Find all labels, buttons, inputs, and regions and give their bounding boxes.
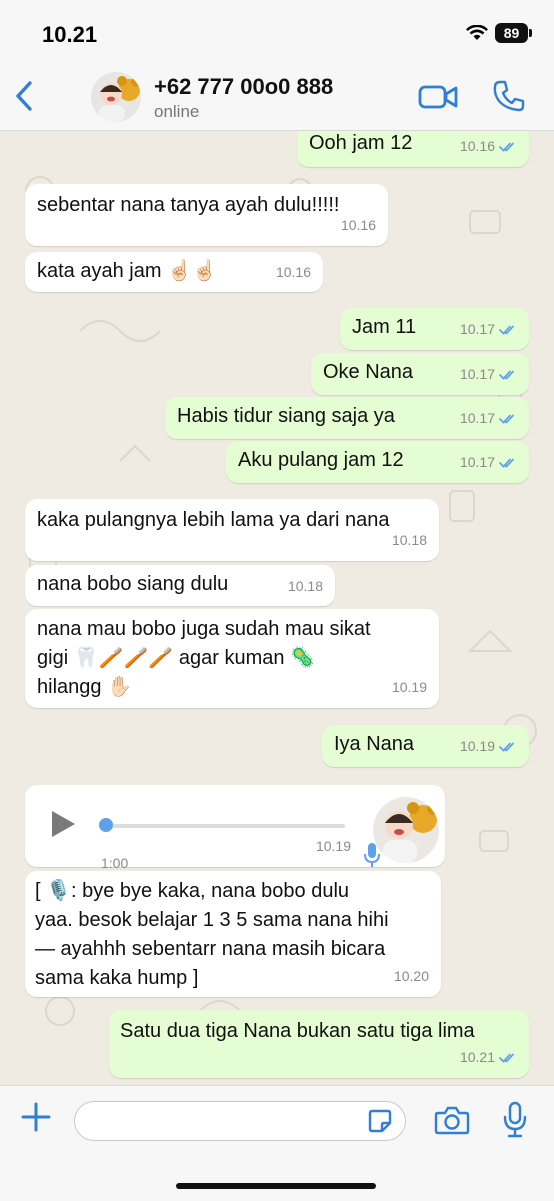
double-check-icon [499,458,514,468]
double-check-icon [499,1053,514,1063]
wifi-icon [466,25,488,40]
battery-indicator: 89 [495,23,532,43]
message-meta: 10.16 [276,258,311,287]
message-text: kaka pulangnya lebih lama ya dari nana [37,509,390,531]
message-line: sama kaka hump ] [35,967,199,989]
message-meta: 10.17 [460,404,517,433]
message-bubble-outgoing[interactable]: Habis tidur siang saja ya 10.17 [165,397,529,439]
contact-avatar[interactable] [91,72,141,122]
message-bubble-incoming[interactable]: [ 🎙️: bye bye kaka, nana bobo dulu yaa. … [25,871,441,997]
voice-progress-track[interactable] [105,824,345,828]
message-text: Iya Nana [334,733,415,755]
message-meta: 10.18 [288,572,323,601]
message-meta: 10.19 [460,732,517,761]
voice-progress-handle[interactable] [99,818,113,832]
message-input-bar [0,1085,554,1201]
message-time: 10.17 [459,410,495,426]
double-check-icon [499,142,514,152]
message-bubble-incoming[interactable]: nana bobo siang dulu 10.18 [25,565,335,606]
video-call-icon[interactable] [417,82,459,112]
message-time: 10.21 [459,1049,495,1065]
voice-sender-avatar [373,797,439,863]
status-bar: 10.21 89 [0,0,554,62]
home-indicator [176,1183,376,1189]
back-chevron-icon[interactable] [8,76,42,116]
message-time: 10.16 [459,138,495,154]
message-bubble-outgoing[interactable]: Jam 11 10.17 [340,308,529,350]
camera-icon[interactable] [434,1104,470,1136]
double-check-icon [499,742,514,752]
message-time: 10.16 [275,264,311,280]
message-input[interactable] [74,1101,406,1141]
message-line: yaa. besok belajar 1 3 5 sama nana hihi [35,909,389,931]
contact-status: online [154,102,200,121]
voice-message-bubble[interactable]: 1:00 10.19 [25,785,445,871]
message-text: kata ayah jam ☝🏻☝🏻 [37,260,217,282]
contact-name[interactable]: +62 777 00o0 888 [154,74,333,100]
message-meta: 10.21 [460,1043,517,1072]
message-text: [ 🎙️: bye bye kaka, nana bobo dulu yaa. … [35,877,389,993]
chat-area[interactable]: Ooh jam 12 10.16 sebentar nana tanya aya… [0,131,554,1085]
message-time: 10.19 [459,738,495,754]
message-text: Ooh jam 12 [309,132,413,154]
message-bubble-outgoing[interactable]: Iya Nana 10.19 [322,725,529,767]
message-bubble-incoming[interactable]: kata ayah jam ☝🏻☝🏻 10.16 [25,252,323,292]
message-meta: 10.17 [460,360,517,389]
message-text: nana mau bobo juga sudah mau sikat gigi … [37,615,371,702]
message-meta: 10.19 [392,673,427,702]
message-line: — ayahhh sebentarr nana masih bicara [35,938,386,960]
message-meta: 10.20 [394,962,429,991]
message-text: Satu dua tiga Nana bukan satu tiga lima [120,1020,475,1042]
double-check-icon [499,325,514,335]
message-line: nana mau bobo juga sudah mau sikat [37,618,371,640]
message-text: Habis tidur siang saja ya [177,405,395,427]
message-text: Aku pulang jam 12 [238,449,404,471]
message-time: 10.17 [459,366,495,382]
double-check-icon [499,414,514,424]
status-time: 10.21 [42,22,98,47]
message-text: Jam 11 [352,316,417,338]
message-bubble-outgoing[interactable]: Oke Nana 10.17 [311,353,529,395]
message-meta: 10.17 [460,315,517,344]
message-line: hilangg ✋🏻 [37,676,132,698]
message-time: 10.17 [459,321,495,337]
message-bubble-incoming[interactable]: nana mau bobo juga sudah mau sikat gigi … [25,609,439,708]
message-meta: 10.19 [316,832,351,861]
message-bubble-incoming[interactable]: kaka pulangnya lebih lama ya dari nana 1… [25,499,439,561]
phone-icon[interactable] [492,79,526,113]
message-time: 10.20 [393,968,429,984]
message-time: 10.19 [315,838,351,854]
message-bubble-outgoing[interactable]: Satu dua tiga Nana bukan satu tiga lima … [109,1010,529,1078]
message-meta: 10.16 [460,132,517,161]
chat-header: +62 777 00o0 888 online [0,62,554,131]
message-text: Oke Nana [323,361,414,383]
message-bubble-incoming[interactable]: sebentar nana tanya ayah dulu!!!!! 10.16 [25,184,388,246]
play-icon[interactable] [49,809,77,839]
mic-icon [364,843,380,867]
message-time: 10.19 [391,679,427,695]
mic-icon[interactable] [502,1101,528,1139]
message-time: 10.17 [459,454,495,470]
plus-icon[interactable] [19,1100,53,1134]
message-time: 10.18 [391,532,427,548]
message-meta: 10.16 [341,211,376,240]
sticker-icon[interactable] [367,1108,393,1134]
message-meta: 10.17 [460,448,517,477]
message-line: [ 🎙️: bye bye kaka, nana bobo dulu [35,880,350,902]
message-line: gigi 🦷🪥🪥🪥 agar kuman 🦠 [37,647,315,669]
message-time: 10.18 [287,578,323,594]
double-check-icon [499,370,514,380]
message-meta: 10.18 [392,526,427,555]
message-text: nana bobo siang dulu [37,573,229,595]
message-bubble-outgoing[interactable]: Ooh jam 12 10.16 [297,131,529,167]
message-text: sebentar nana tanya ayah dulu!!!!! [37,194,340,216]
message-bubble-outgoing[interactable]: Aku pulang jam 12 10.17 [226,441,529,483]
message-time: 10.16 [340,217,376,233]
